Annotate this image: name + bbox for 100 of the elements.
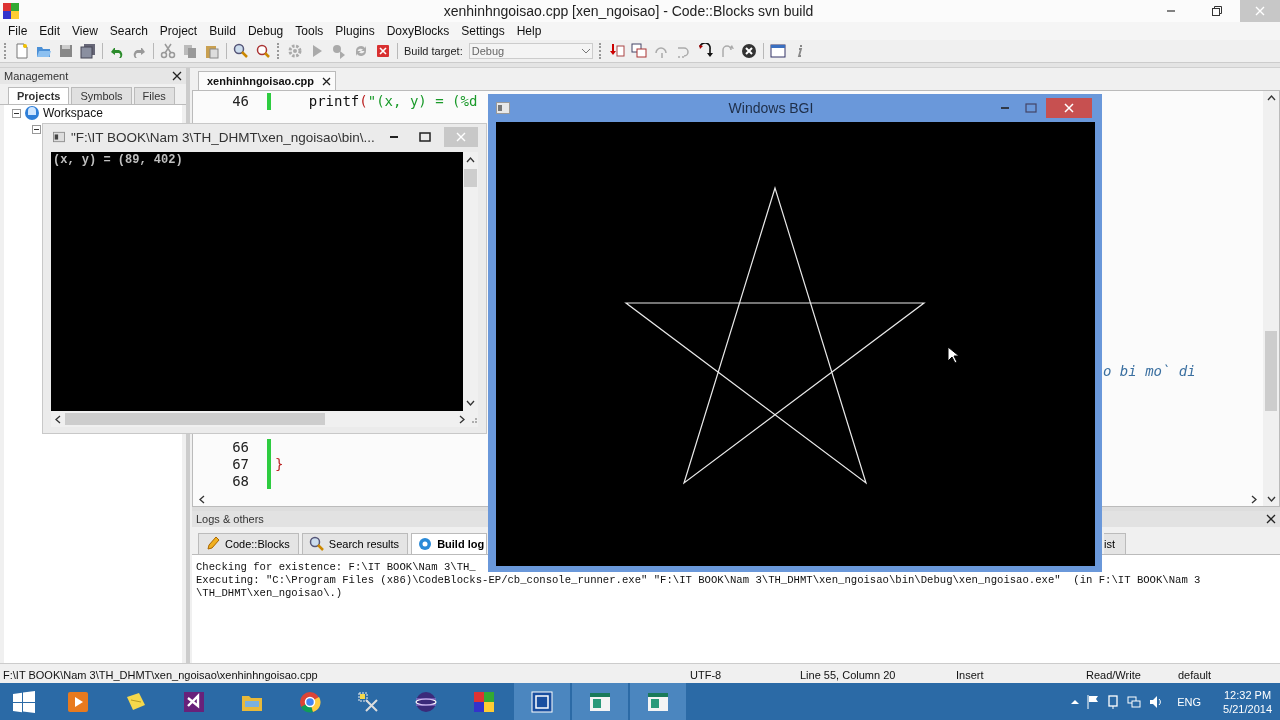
minus-icon (12, 108, 21, 118)
minimize-icon (1000, 107, 1010, 109)
copy-icon (182, 43, 198, 59)
step-into-button[interactable] (696, 43, 713, 59)
flag-icon (1087, 694, 1100, 709)
menu-item[interactable]: Help (510, 24, 548, 38)
close-button[interactable] (1266, 514, 1276, 524)
rebuild-button[interactable] (353, 43, 369, 59)
code-line: printf("(x, y) = (%d (307, 93, 478, 110)
replace-button[interactable] (255, 43, 271, 59)
log-line: Checking for existence: F:\IT BOOK\Nam 3\TH_ (196, 561, 476, 574)
vertical-scrollbar[interactable] (463, 152, 478, 411)
clock[interactable]: 12:32 PM 5/21/2014 (1223, 687, 1272, 716)
file-path: F:\IT BOOK\Nam 3\TH_DHMT\xen_ngoisao\xenhinhngoisao.cpp (3, 668, 319, 681)
search-button[interactable] (233, 43, 249, 59)
scroll-thumb[interactable] (1265, 331, 1277, 411)
menu-item[interactable]: Build (203, 24, 242, 38)
menu-item[interactable]: Search (103, 24, 154, 38)
console-line: (x, y) = (89, 402) (53, 153, 184, 167)
menu-item[interactable]: Settings (455, 24, 511, 38)
rebuild-icon (353, 43, 369, 59)
minimize-icon (1166, 10, 1176, 12)
close-icon (1255, 6, 1265, 16)
scroll-thumb[interactable] (65, 413, 325, 425)
window-title: xenhinhngoisao.cpp [xen_ngoisao] - Code::Blocks svn build (442, 3, 815, 19)
log-tab[interactable]: Search results (301, 533, 409, 554)
window-icon (589, 690, 611, 713)
close-icon (1064, 103, 1074, 113)
tools-icon (357, 690, 379, 713)
save-all-button[interactable] (80, 43, 96, 59)
build-target-label: Build target: (404, 45, 463, 57)
build-target-dropdown[interactable]: Debug (468, 43, 593, 59)
editor-tab[interactable]: xenhinhngoisao.cpp (198, 71, 336, 90)
menu-item[interactable]: Edit (33, 24, 67, 38)
horizontal-scrollbar[interactable] (51, 411, 478, 427)
close-icon (1266, 514, 1276, 524)
menu-item[interactable]: DoxyBlocks (380, 24, 456, 38)
search-icon (308, 536, 325, 552)
menu-item[interactable]: Plugins (329, 24, 381, 38)
close-icon (172, 71, 182, 81)
browser-icon (299, 690, 321, 713)
panel-tab[interactable]: Projects (8, 87, 70, 104)
tree-item[interactable]: Workspace (43, 106, 103, 120)
cursor-position: Line 55, Column 20 (800, 668, 897, 681)
log-tab[interactable]: Code::Blocks (198, 533, 299, 554)
log-line: \TH_DHMT\xen_ngoisao\.) (196, 587, 343, 600)
taskbar-app-button[interactable] (514, 683, 570, 720)
window-stack-button[interactable] (630, 43, 647, 59)
stop-icon (740, 43, 757, 59)
code-line: } (274, 455, 284, 472)
scroll-thumb[interactable] (464, 169, 477, 187)
line-number: 68 (231, 472, 250, 489)
log-line: Executing: "C:\Program Files (x86)\CodeBlocks-EP/cb_console_runner.exe" "F:\IT BOOK\Nam 3\TH_DHMT\xen_ngoisao\bin\Debug\xen_ngoisao.exe" (in F:\IT BOOK\Nam 3 (196, 574, 1201, 587)
edit-mode: Insert (956, 668, 985, 681)
save-all-icon (80, 43, 96, 59)
window-button[interactable] (769, 43, 786, 59)
dropdown-caret-icon (581, 48, 590, 54)
collapse-toggle[interactable] (32, 124, 41, 134)
log-tab[interactable]: Build log (411, 533, 488, 554)
abort-button[interactable] (375, 43, 391, 59)
abort-icon (375, 43, 391, 59)
window-stack-icon (630, 43, 647, 59)
scroll-left-button[interactable] (199, 494, 205, 504)
panel-tab[interactable]: Symbols (71, 87, 132, 104)
notes-icon (125, 690, 147, 713)
log-tab[interactable]: ist (1104, 533, 1126, 554)
collapse-toggle[interactable] (12, 108, 21, 118)
debug-icon (608, 43, 625, 59)
debug-button[interactable] (608, 43, 625, 59)
scissors-button[interactable] (160, 43, 176, 59)
search-icon (233, 43, 249, 59)
close-icon (455, 132, 466, 142)
scroll-right-button[interactable] (1251, 494, 1257, 504)
gear-play-icon (331, 43, 347, 59)
paste-button[interactable] (204, 43, 220, 59)
line-number: 46 (231, 93, 250, 110)
vertical-scrollbar[interactable] (1263, 91, 1279, 506)
new-file-button[interactable] (14, 43, 30, 59)
menu-item[interactable]: Tools (289, 24, 330, 38)
taskbar-app-button[interactable] (630, 683, 686, 720)
menu-item[interactable]: Debug (241, 24, 290, 38)
stop-button[interactable] (740, 43, 757, 59)
input-language[interactable]: ENG (1177, 695, 1202, 708)
window-icon (496, 102, 510, 114)
gear-button[interactable] (287, 43, 303, 59)
globe-icon (24, 105, 40, 121)
panel-tab[interactable]: Files (133, 87, 175, 104)
gear-play-button[interactable] (331, 43, 347, 59)
menu-item[interactable]: View (66, 24, 104, 38)
menu-item[interactable]: File (2, 24, 34, 38)
menu-item[interactable]: Project (153, 24, 204, 38)
save-button[interactable] (58, 43, 74, 59)
window-icon (531, 690, 553, 713)
copy-button[interactable] (182, 43, 198, 59)
close-button[interactable] (172, 71, 182, 81)
play-icon (67, 690, 89, 713)
taskbar-app-button[interactable] (572, 683, 628, 720)
minus-icon (32, 124, 41, 134)
replace-icon (255, 43, 271, 59)
blocks-icon (473, 690, 495, 713)
